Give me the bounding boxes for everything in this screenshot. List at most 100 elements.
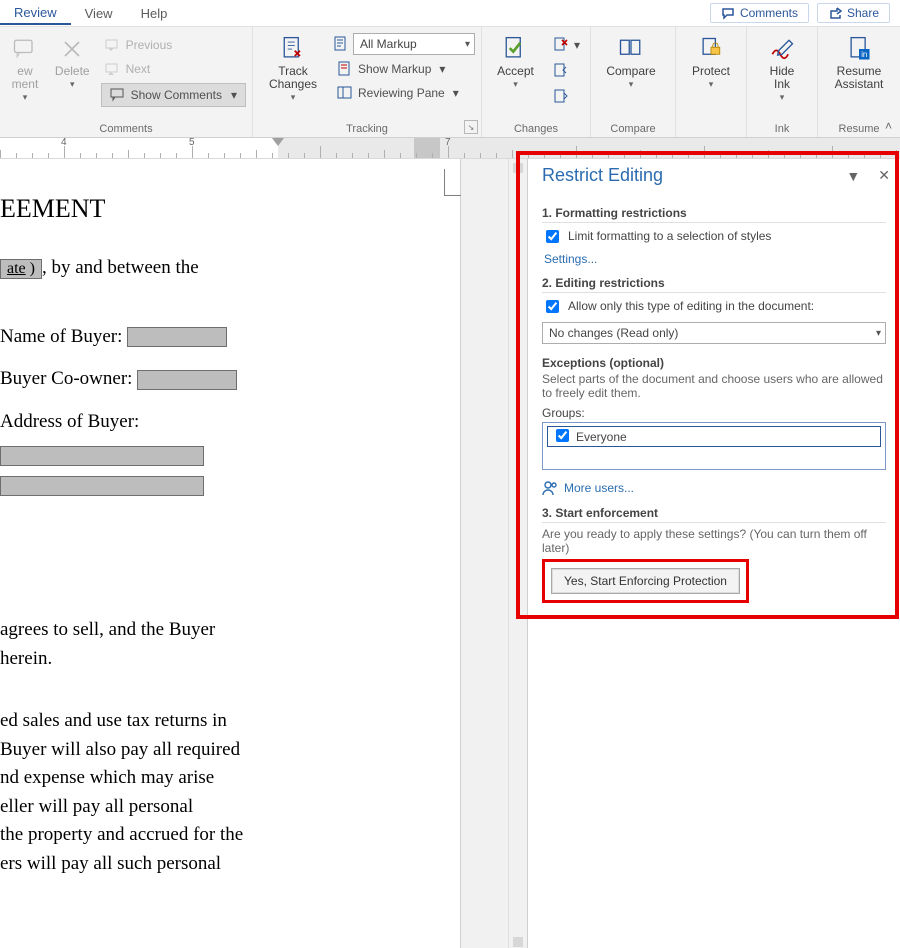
reviewing-pane-icon <box>337 85 353 101</box>
reviewing-pane-button[interactable]: Reviewing Pane▾ <box>333 83 475 103</box>
enforce-highlight: Yes, Start Enforcing Protection <box>542 559 749 603</box>
show-markup-icon <box>337 61 353 77</box>
show-markup-button[interactable]: Show Markup▾ <box>333 59 475 79</box>
markup-display-dropdown[interactable]: All Markup <box>353 33 475 55</box>
markup-doc-icon <box>333 36 349 52</box>
previous-change-button[interactable] <box>549 61 584 81</box>
next-icon <box>105 61 121 77</box>
para-1a: agrees to sell, and the Buyer <box>0 616 440 645</box>
accept-button[interactable]: Accept ▾ <box>488 31 543 94</box>
start-enforcing-button[interactable]: Yes, Start Enforcing Protection <box>551 568 740 594</box>
delete-icon <box>58 35 86 63</box>
tab-view[interactable]: View <box>71 2 127 24</box>
next-comment-button[interactable]: Next <box>101 59 246 79</box>
previous-icon <box>105 37 121 53</box>
document-page: EEMENT ate ), by and between the Name of… <box>0 159 461 948</box>
ribbon: ew ment ▾ Delete ▾ Previous Next <box>0 27 900 138</box>
para-2a: ed sales and use tax returns in <box>0 707 440 736</box>
show-comments-icon <box>110 87 126 103</box>
document-area[interactable]: EEMENT ate ), by and between the Name of… <box>0 159 508 948</box>
user-icon <box>542 480 558 496</box>
doc-line-1: , by and between the <box>42 257 199 278</box>
group-label-ink: Ink <box>753 123 811 137</box>
pane-title: Restrict Editing <box>542 165 663 186</box>
more-users-link[interactable]: More users... <box>564 481 634 495</box>
track-changes-icon <box>279 35 307 63</box>
enforce-question: Are you ready to apply these settings? (… <box>542 527 886 555</box>
label-buyer-name: Name of Buyer: <box>0 326 122 347</box>
limit-formatting-checkbox[interactable] <box>546 230 559 243</box>
para-2c: nd expense which may arise <box>0 764 440 793</box>
para-2e: the property and accrued for the <box>0 821 440 850</box>
field-buyer-name[interactable] <box>127 327 227 347</box>
reject-button[interactable]: ▾ <box>549 35 584 55</box>
next-change-icon <box>553 89 569 105</box>
restrict-editing-pane: Restrict Editing ▼ ✕ 1. Formatting restr… <box>527 159 900 948</box>
resume-icon: in <box>845 35 873 63</box>
previous-comment-button[interactable]: Previous <box>101 35 246 55</box>
settings-link[interactable]: Settings... <box>544 252 886 266</box>
section-3-heading: 3. Start enforcement <box>542 506 886 523</box>
section-2-heading: 2. Editing restrictions <box>542 276 886 293</box>
protect-icon <box>697 35 725 63</box>
groups-listbox[interactable]: Everyone <box>542 422 886 470</box>
ink-icon <box>768 35 796 63</box>
svg-text:in: in <box>861 50 867 59</box>
field-buyer-co[interactable] <box>137 370 237 390</box>
delete-comment-button[interactable]: Delete ▾ <box>50 31 95 94</box>
para-2d: eller will pay all personal <box>0 793 440 822</box>
allow-editing-check[interactable]: Allow only this type of editing in the d… <box>542 299 886 316</box>
tab-help[interactable]: Help <box>127 2 182 24</box>
group-label-comments: Comments <box>6 123 246 137</box>
editing-type-dropdown[interactable]: No changes (Read only) <box>542 322 886 344</box>
accept-icon <box>501 35 529 63</box>
para-1b: herein. <box>0 645 440 674</box>
group-label-changes: Changes <box>488 123 584 137</box>
hide-ink-button[interactable]: Hide Ink ▾ <box>753 31 811 107</box>
group-label-tracking: Tracking <box>259 123 475 137</box>
protect-button[interactable]: Protect ▾ <box>682 31 740 94</box>
group-label-resume: Resume <box>824 123 894 137</box>
everyone-checkbox[interactable] <box>556 429 569 442</box>
next-change-button[interactable] <box>549 87 584 107</box>
new-comment-icon <box>11 35 39 63</box>
reject-icon <box>553 37 569 53</box>
para-2b: Buyer will also pay all required <box>0 736 440 765</box>
doc-title: EEMENT <box>0 189 440 228</box>
section-1-heading: 1. Formatting restrictions <box>542 206 886 223</box>
share-icon <box>828 6 842 20</box>
collapse-ribbon-button[interactable]: ˄ <box>885 119 892 133</box>
compare-button[interactable]: Compare ▾ <box>597 31 665 94</box>
pane-options-button[interactable]: ▼ <box>846 168 860 184</box>
field-addr-1[interactable] <box>0 446 204 466</box>
para-2f: ers will pay all such personal <box>0 850 440 879</box>
date-field-1[interactable]: ate ) <box>0 259 42 279</box>
exceptions-note: Select parts of the document and choose … <box>542 372 886 400</box>
field-addr-2[interactable] <box>0 476 204 496</box>
vertical-scrollbar[interactable] <box>508 159 527 948</box>
pane-close-button[interactable]: ✕ <box>878 167 890 184</box>
ruler[interactable]: 457 <box>0 138 900 159</box>
resume-assistant-button[interactable]: in Resume Assistant <box>824 31 894 95</box>
groups-label: Groups: <box>542 406 886 420</box>
page-corner-mark <box>444 169 461 196</box>
compare-icon <box>617 35 645 63</box>
new-comment-button[interactable]: ew ment ▾ <box>6 31 44 107</box>
group-label-compare: Compare <box>597 123 669 137</box>
comments-button[interactable]: Comments <box>710 3 809 23</box>
tracking-dialog-launcher[interactable]: ↘ <box>464 120 478 134</box>
show-comments-button[interactable]: Show Comments ▾ <box>101 83 246 107</box>
group-label-protect <box>682 123 740 137</box>
allow-editing-checkbox[interactable] <box>546 300 559 313</box>
exceptions-heading: Exceptions (optional) <box>542 356 886 370</box>
ribbon-tabs: Review View Help Comments Share <box>0 0 900 27</box>
speech-bubble-icon <box>721 6 735 20</box>
track-changes-button[interactable]: Track Changes ▾ <box>259 31 327 107</box>
tab-review[interactable]: Review <box>0 1 71 25</box>
prev-change-icon <box>553 63 569 79</box>
share-button[interactable]: Share <box>817 3 890 23</box>
everyone-label: Everyone <box>576 430 627 444</box>
limit-formatting-check[interactable]: Limit formatting to a selection of style… <box>542 229 886 246</box>
label-buyer-co: Buyer Co-owner: <box>0 368 132 389</box>
label-buyer-addr: Address of Buyer: <box>0 411 139 432</box>
